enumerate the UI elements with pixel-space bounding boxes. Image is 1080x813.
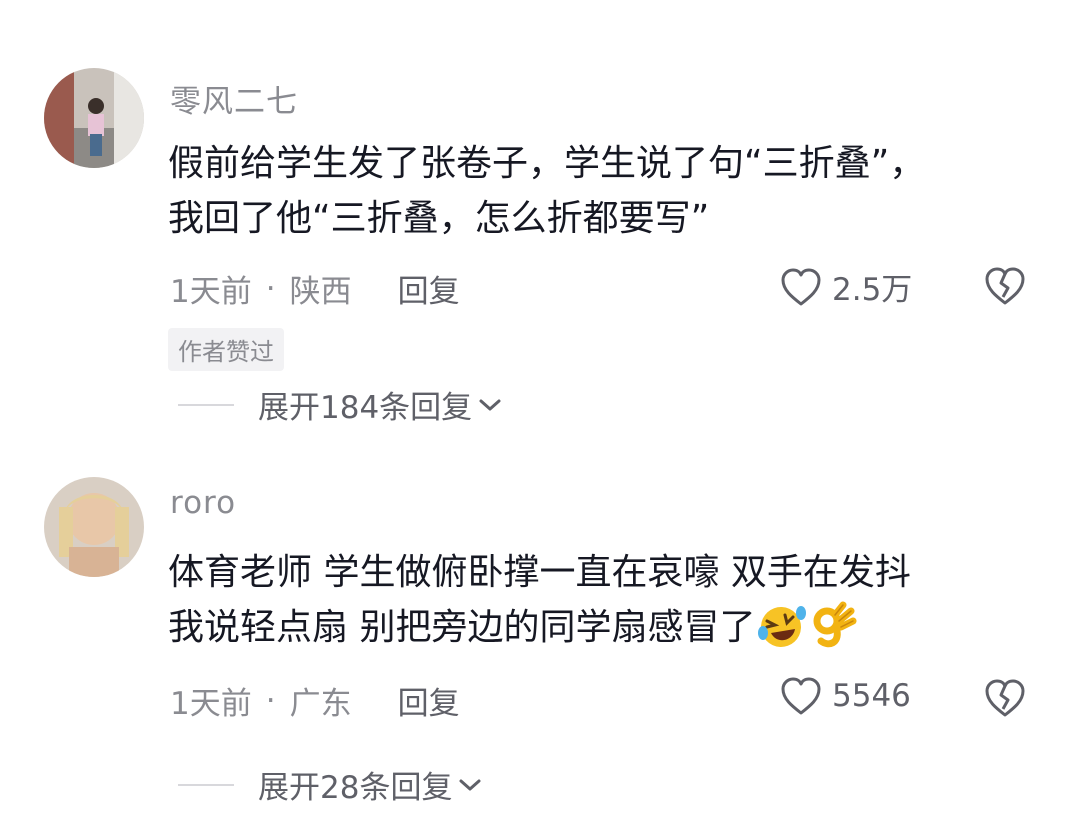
divider [178,783,234,786]
ok-hand-emoji [809,601,857,665]
separator-dot: · [265,270,276,307]
expand-replies-label: 展开28条回复 [258,770,453,806]
broken-heart-icon [985,679,1025,717]
comment-text-line-with-emoji: 我说轻点扇 别把旁边的同学扇感冒了 [168,600,1038,665]
username[interactable]: roro [170,485,236,521]
heart-icon [781,677,821,715]
dislike-button[interactable] [984,678,1026,722]
comment-text-line: 我说轻点扇 别把旁边的同学扇感冒了 [168,607,756,648]
comment-item: 零风二七 假前给学生发了张卷子，学生说了句“三折叠”， 我回了他“三折叠，怎么折… [0,0,1080,440]
expand-replies-label: 展开184条回复 [258,390,473,426]
comment-meta: 1天前 · 广东 回复 [170,678,460,723]
comment-text: 假前给学生发了张卷子，学生说了句“三折叠”， 我回了他“三折叠，怎么折都要写” [168,136,1038,246]
avatar[interactable] [44,68,144,168]
comment-text-line: 假前给学生发了张卷子，学生说了句“三折叠”， [168,143,926,184]
comment-meta: 1天前 · 陕西 回复 [170,266,460,311]
reply-button[interactable]: 回复 [398,678,460,723]
timestamp: 1天前 [170,686,252,722]
separator-dot: · [265,682,276,719]
reply-button[interactable]: 回复 [398,266,460,311]
like-count: 5546 [832,678,911,714]
comment-text: 体育老师 学生做俯卧撑一直在哀嚎 双手在发抖 我说轻点扇 别把旁边的同学扇感冒了 [168,545,1038,665]
chevron-down-icon [459,779,481,790]
like-count: 2.5万 [832,272,913,308]
location: 广东 [289,686,352,722]
comment-text-line: 体育老师 学生做俯卧撑一直在哀嚎 双手在发抖 [168,552,911,593]
broken-heart-icon [985,267,1025,305]
like-button[interactable]: 5546 [780,676,911,716]
expand-replies-button[interactable]: 展开28条回复 [178,762,482,807]
divider [178,403,234,406]
like-button[interactable]: 2.5万 [780,264,912,309]
avatar[interactable] [44,477,144,577]
timestamp: 1天前 [170,274,252,310]
location: 陕西 [289,274,352,310]
comment-item: roro 体育老师 学生做俯卧撑一直在哀嚎 双手在发抖 我说轻点扇 别把旁边的同… [0,440,1080,813]
expand-replies-button[interactable]: 展开184条回复 [178,382,502,427]
chevron-down-icon [479,399,501,410]
comment-text-line: 我回了他“三折叠，怎么折都要写” [168,198,710,239]
username[interactable]: 零风二七 [170,76,298,121]
laughing-crying-emoji [757,603,807,665]
dislike-button[interactable] [984,266,1026,310]
author-liked-badge: 作者赞过 [168,328,284,371]
heart-icon [781,268,821,305]
